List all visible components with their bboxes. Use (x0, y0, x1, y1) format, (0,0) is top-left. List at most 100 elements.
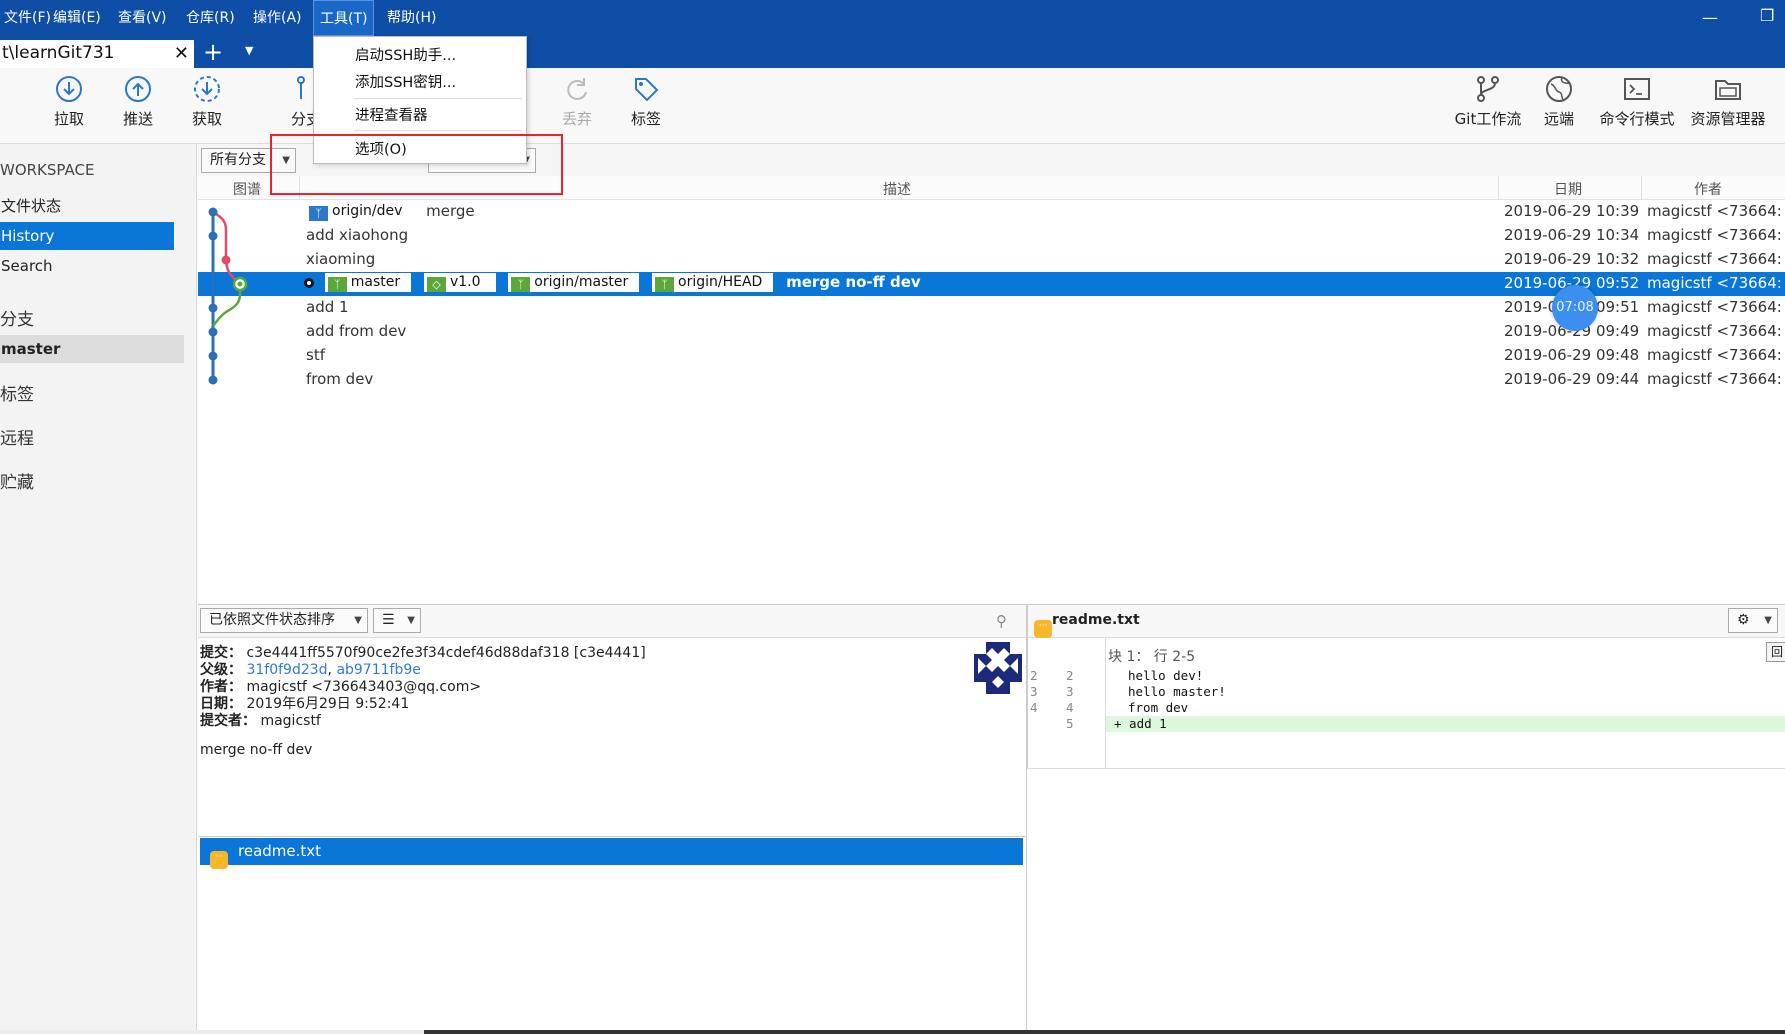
commit-date: 2019-06-29 09:44 (1504, 370, 1640, 388)
table-row[interactable]: add 1 2019-06-29 09:51 magicstf <73664: (198, 296, 1785, 320)
branch-badge: ᛉ origin/master (508, 273, 640, 292)
menu-repository[interactable]: 仓库(R) (180, 0, 241, 36)
sidebar-item-file-status[interactable]: 文件状态 (0, 192, 61, 220)
diff-line: 4 4 from dev (1028, 700, 1785, 716)
branch-badge: ᛉ master (324, 273, 412, 292)
menu-item-add-ssh-key[interactable]: 添加SSH密钥... (355, 71, 456, 92)
sidebar: WORKSPACE 文件状态 History Search 分支 master … (0, 144, 197, 1034)
fetch-label: 获取 (191, 110, 222, 128)
menu-item-process-viewer[interactable]: 进程查看器 (355, 104, 428, 125)
view-mode-select[interactable]: ☰ ▼ (373, 608, 421, 633)
sidebar-item-search[interactable]: Search (0, 252, 53, 280)
file-name: readme.txt (238, 842, 322, 860)
modified-file-icon: ··· (210, 851, 228, 869)
search-icon[interactable]: ⚲ (996, 612, 1007, 630)
hunk-revert-button[interactable]: 回 (1766, 642, 1785, 662)
sidebar-item-master[interactable]: master (0, 335, 184, 363)
commit-message: stf (306, 346, 325, 364)
commit-details: 提交： c3e4441ff5570f90ce2fe3f34cdef46d88da… (198, 638, 1027, 836)
commit-author: magicstf <73664: (1647, 226, 1782, 244)
col-graph[interactable]: 图谱 (233, 179, 261, 199)
diff-filename: readme.txt (1052, 612, 1140, 628)
commit-author: magicstf <73664: (1647, 370, 1782, 388)
ref-label: origin/dev (332, 203, 403, 219)
tag-button[interactable]: 标签 (611, 74, 681, 129)
col-date[interactable]: 日期 (1554, 179, 1582, 199)
detail-value: magicstf (260, 713, 321, 729)
line-number-new: 3 (1066, 684, 1074, 699)
menu-help[interactable]: 帮助(H) (381, 0, 442, 36)
menu-tools[interactable]: 工具(T) (313, 0, 375, 36)
table-row[interactable]: ᛉ origin/dev merge 2019-06-29 10:39 magic… (198, 200, 1785, 224)
chevron-down-icon[interactable]: ▼ (245, 44, 253, 57)
detail-key: 提交者： (200, 713, 256, 729)
menu-item-ssh-agent[interactable]: 启动SSH助手... (355, 44, 456, 65)
branch-icon: ᛉ (655, 277, 675, 292)
sidebar-remotes-heading[interactable]: 远程 (0, 424, 34, 449)
commit-author: magicstf <73664: (1647, 250, 1782, 268)
table-row[interactable]: from dev 2019-06-29 09:44 magicstf <7366… (198, 368, 1785, 392)
line-text: hello master! (1128, 684, 1226, 699)
explorer-button[interactable]: 资源管理器 (1683, 74, 1773, 129)
commit-date: 2019-06-29 10:32 (1504, 250, 1640, 268)
remote-button[interactable]: 远端 (1524, 74, 1594, 129)
line-number-new: 5 (1066, 716, 1074, 731)
branch-icon: ᛉ (511, 277, 531, 292)
col-author[interactable]: 作者 (1694, 179, 1722, 199)
recording-timer-badge[interactable]: 07:08 (1552, 285, 1598, 331)
restore-icon[interactable]: ❐ (1760, 6, 1774, 25)
fetch-button[interactable]: 获取 (172, 74, 242, 129)
branch-icon: ᛉ (309, 206, 328, 221)
table-row[interactable]: xiaoming 2019-06-29 10:32 magicstf <7366… (198, 248, 1785, 272)
table-row[interactable]: add xiaohong 2019-06-29 10:34 magicstf <… (198, 224, 1785, 248)
commit-author: magicstf <73664: (1647, 274, 1782, 292)
col-description[interactable]: 描述 (883, 179, 911, 199)
explorer-label: 资源管理器 (1690, 110, 1766, 128)
line-text: + add 1 (1114, 716, 1167, 731)
add-tab-icon[interactable]: + (203, 38, 223, 66)
detail-message: merge no-ff dev (200, 742, 313, 758)
ref-label: origin/master (534, 274, 629, 290)
menu-view[interactable]: 查看(V) (112, 0, 173, 36)
ref-label: master (350, 274, 401, 290)
commit-message: xiaoming (306, 250, 376, 268)
sidebar-branches-heading[interactable]: 分支 (0, 305, 34, 330)
list-icon: ☰ (382, 612, 395, 628)
table-row[interactable]: stf 2019-06-29 09:48 magicstf <73664: (198, 344, 1785, 368)
line-number-old: 2 (1030, 668, 1038, 683)
line-number-new: 2 (1066, 668, 1074, 683)
close-icon[interactable]: ✕ (174, 40, 189, 67)
table-row[interactable]: add from dev 2019-06-29 09:49 magicstf <… (198, 320, 1785, 344)
sort-select[interactable]: 已依照文件状态排序 ▼ (200, 608, 368, 633)
file-list-toolbar: 已依照文件状态排序 ▼ ☰ ▼ ⚲ (198, 604, 1027, 638)
pull-label: 拉取 (53, 110, 84, 128)
push-button[interactable]: 推送 (103, 74, 173, 129)
branch-filter-value: 所有分支 (210, 152, 266, 168)
diff-line: 2 2 hello dev! (1028, 668, 1785, 684)
menu-actions[interactable]: 操作(A) (247, 0, 308, 36)
discard-button[interactable]: 丢弃 (542, 74, 612, 129)
push-icon (125, 76, 151, 102)
git-flow-button[interactable]: Git工作流 (1448, 74, 1528, 129)
pull-button[interactable]: 拉取 (34, 74, 104, 129)
diff-options-button[interactable]: ⚙ ▼ (1728, 608, 1778, 633)
commit-message: merge (426, 202, 475, 220)
scrollbar[interactable] (424, 1030, 1785, 1034)
file-list-item[interactable]: ··· readme.txt (200, 838, 1023, 869)
minimize-icon[interactable]: — (1702, 8, 1718, 27)
terminal-label: 命令行模式 (1599, 110, 1675, 128)
repo-tab[interactable]: t\learnGit731 ✕ (0, 40, 194, 68)
menu-bar: 文件(F) 编辑(E) 查看(V) 仓库(R) 操作(A) 工具(T) 帮助(H… (0, 0, 1785, 36)
commit-date: 2019-06-29 09:48 (1504, 346, 1640, 364)
line-number-new: 4 (1066, 700, 1074, 715)
commit-message: add xiaohong (306, 226, 409, 244)
sidebar-item-history[interactable]: History (0, 222, 174, 250)
commit-author: magicstf <73664: (1647, 322, 1782, 340)
menu-edit[interactable]: 编辑(E) (47, 0, 107, 36)
sidebar-stashes-heading[interactable]: 贮藏 (0, 468, 34, 493)
toolbar: 拉取 推送 获取 分支 丢弃 标签 Git工作流 远端 命令行模式 资源管理器 (0, 68, 1785, 144)
detail-committer: 提交者： magicstf (200, 710, 321, 730)
terminal-button[interactable]: 命令行模式 (1595, 74, 1679, 129)
sidebar-tags-heading[interactable]: 标签 (0, 380, 34, 405)
table-row-selected[interactable]: ᛉ master ◇ v1.0 ᛉ origin/master ᛉ origin/HEA… (198, 272, 1785, 296)
